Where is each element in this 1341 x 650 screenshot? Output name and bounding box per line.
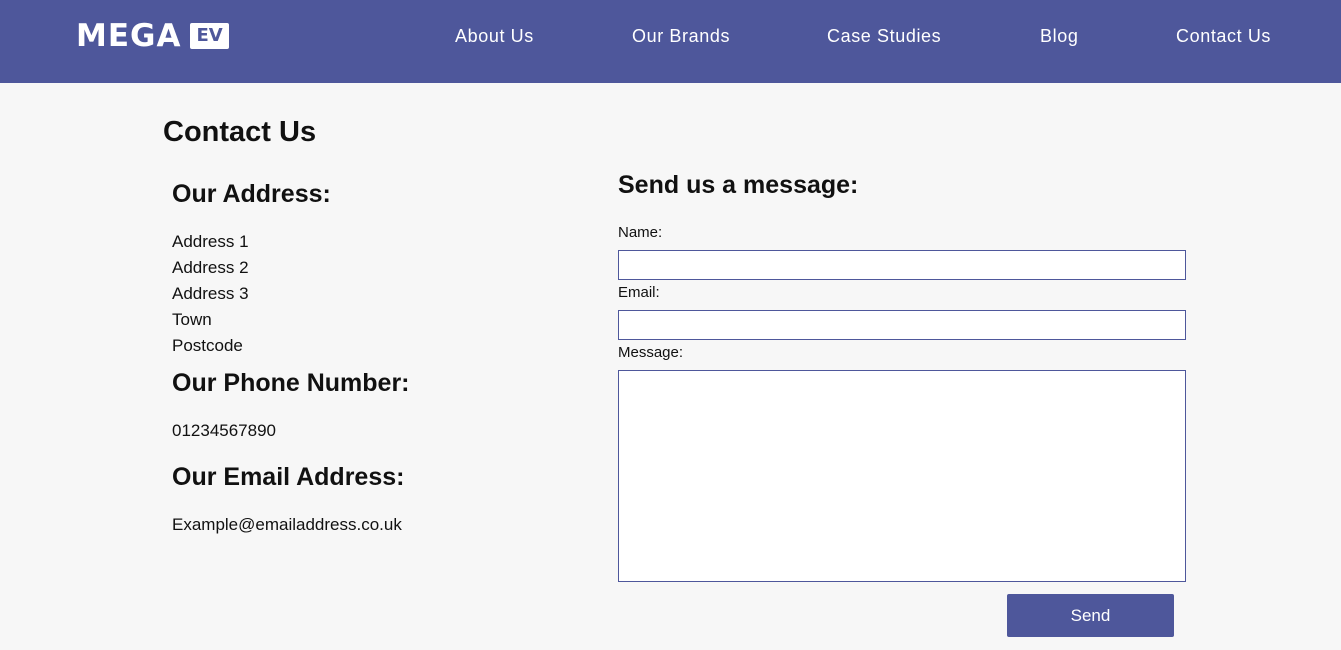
nav-our-brands[interactable]: Our Brands [632, 25, 730, 47]
send-button[interactable]: Send [1007, 594, 1174, 637]
nav-about-us[interactable]: About Us [455, 25, 534, 47]
address-line-2: Address 2 [172, 258, 249, 277]
logo-wordmark: MEGA [76, 18, 182, 54]
site-header: MEGA EV About Us Our Brands Case Studies… [0, 0, 1341, 83]
nav-case-studies[interactable]: Case Studies [827, 25, 941, 47]
page-title: Contact Us [163, 116, 317, 148]
address-postcode: Postcode [172, 336, 243, 355]
phone-heading: Our Phone Number: [172, 369, 410, 397]
name-input[interactable] [618, 250, 1186, 280]
email-heading: Our Email Address: [172, 463, 405, 491]
phone-number: 01234567890 [172, 421, 277, 440]
name-label: Name: [618, 224, 663, 241]
form-heading: Send us a message: [618, 171, 859, 199]
nav-contact-us[interactable]: Contact Us [1176, 25, 1271, 47]
message-textarea[interactable] [618, 370, 1186, 582]
address-line-1: Address 1 [172, 232, 249, 251]
mega-ev-logo[interactable]: MEGA EV [76, 18, 229, 54]
message-label: Message: [618, 344, 684, 361]
email-label: Email: [618, 284, 660, 301]
email-input[interactable] [618, 310, 1186, 340]
address-town: Town [172, 310, 212, 329]
address-heading: Our Address: [172, 180, 331, 208]
address-line-3: Address 3 [172, 284, 249, 303]
email-address: Example@emailaddress.co.uk [172, 515, 402, 534]
nav-blog[interactable]: Blog [1040, 25, 1078, 47]
logo-badge: EV [190, 23, 229, 49]
